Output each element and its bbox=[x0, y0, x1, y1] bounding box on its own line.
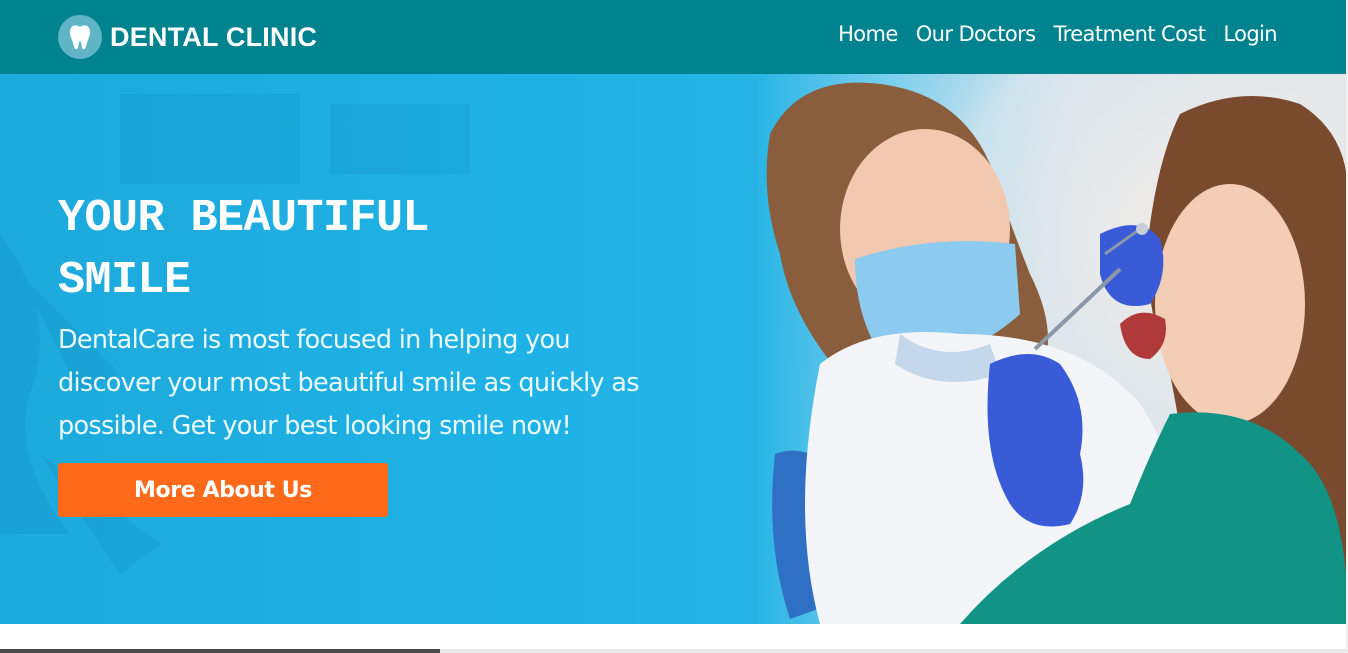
nav-link-our-doctors[interactable]: Our Doctors bbox=[916, 22, 1036, 46]
nav-link-home[interactable]: Home bbox=[838, 22, 898, 46]
tooth-icon bbox=[58, 15, 102, 59]
horizontal-scrollbar-thumb[interactable] bbox=[0, 649, 440, 653]
hero-title: YOUR BEAUTIFUL SMILE bbox=[58, 188, 658, 312]
main-nav: Home Our Doctors Treatment Cost Login bbox=[838, 22, 1277, 46]
hero-title-line-2: SMILE bbox=[58, 255, 191, 306]
hero-description: DentalCare is most focused in helping yo… bbox=[58, 325, 640, 441]
hero-title-line-1: YOUR BEAUTIFUL bbox=[58, 193, 430, 244]
hero-section: YOUR BEAUTIFUL SMILE DentalCare is most … bbox=[0, 74, 1348, 624]
brand[interactable]: DENTAL CLINIC bbox=[58, 14, 317, 60]
nav-link-login[interactable]: Login bbox=[1223, 22, 1277, 46]
more-about-us-button[interactable]: More About Us bbox=[58, 463, 388, 517]
brand-name: DENTAL CLINIC bbox=[110, 21, 318, 52]
nav-link-treatment-cost[interactable]: Treatment Cost bbox=[1054, 22, 1206, 46]
navbar: DENTAL CLINIC Home Our Doctors Treatment… bbox=[0, 0, 1348, 74]
